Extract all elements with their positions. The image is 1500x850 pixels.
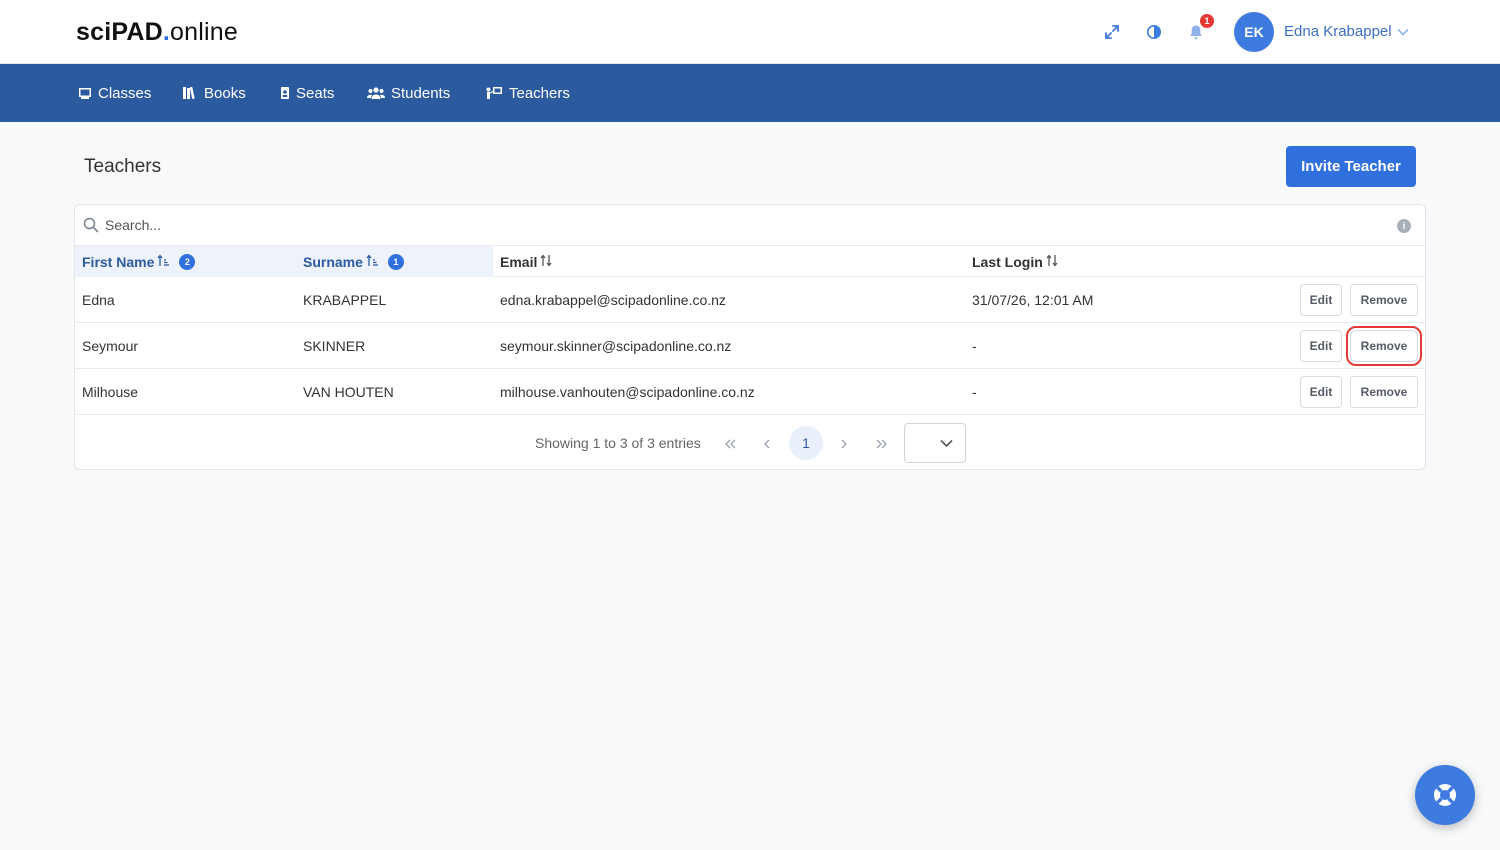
user-avatar[interactable]: EK: [1234, 12, 1274, 52]
search-icon: [83, 217, 99, 238]
cell-last-login: -: [972, 338, 977, 354]
cell-email: milhouse.vanhouten@scipadonline.co.nz: [500, 384, 755, 400]
app-logo[interactable]: sciPAD.online: [76, 18, 238, 47]
column-label: Surname: [303, 253, 363, 270]
seats-icon: [281, 87, 289, 99]
cell-first-name: Milhouse: [82, 384, 139, 400]
cell-email: edna.krabappel@scipadonline.co.nz: [500, 292, 726, 308]
cell-first-name: Seymour: [82, 338, 139, 354]
edit-button[interactable]: Edit: [1300, 330, 1342, 362]
search-input[interactable]: [105, 213, 1385, 237]
sort-order-badge: 2: [179, 253, 196, 270]
cell-surname: SKINNER: [303, 338, 366, 354]
table-row: Edna KRABAPPEL edna.krabappel@scipadonli…: [75, 277, 1425, 323]
nav-item-books[interactable]: Books: [182, 84, 246, 102]
classes-icon: [79, 88, 91, 99]
cell-email: seymour.skinner@scipadonline.co.nz: [500, 338, 732, 354]
lifebuoy-icon: [1434, 784, 1456, 806]
teachers-icon: [486, 87, 502, 99]
sort-unsorted-icon: [540, 253, 552, 270]
search-bar: i: [75, 205, 1425, 245]
page-button-current[interactable]: 1: [789, 426, 823, 460]
table-row: Milhouse VAN HOUTEN milhouse.vanhouten@s…: [75, 369, 1425, 415]
main-nav: Classes Books Seats Students Teachers: [0, 64, 1500, 122]
invite-teacher-button[interactable]: Invite Teacher: [1286, 146, 1416, 187]
column-label: Last Login: [972, 253, 1043, 270]
column-label: First Name: [82, 253, 155, 270]
notification-count-badge: 1: [1200, 14, 1214, 28]
page-size-select[interactable]: [904, 423, 966, 463]
column-label: Email: [500, 253, 538, 270]
help-lifebuoy-button[interactable]: [1415, 765, 1475, 825]
nav-item-teachers[interactable]: Teachers: [485, 84, 570, 102]
column-header-email[interactable]: Email: [493, 246, 965, 277]
nav-item-students[interactable]: Students: [367, 84, 450, 102]
remove-button[interactable]: Remove: [1346, 326, 1422, 366]
sort-unsorted-icon: [1046, 253, 1058, 270]
cell-last-login: 31/07/26, 12:01 AM: [972, 292, 1094, 308]
top-header: sciPAD.online 1 EK Edna Krabappel: [0, 0, 1500, 64]
pagination-bar: Showing 1 to 3 of 3 entries 1: [75, 416, 1425, 469]
nav-label: Classes: [98, 84, 152, 102]
table-header: First Name 2 Surname 1 Email Last Login: [75, 245, 1425, 277]
sort-ascending-icon: [157, 253, 170, 270]
cell-surname: KRABAPPEL: [303, 292, 387, 308]
cell-surname: VAN HOUTEN: [303, 384, 394, 400]
sort-ascending-icon: [366, 253, 378, 270]
nav-item-classes[interactable]: Classes: [78, 84, 151, 102]
edit-button[interactable]: Edit: [1300, 284, 1342, 316]
nav-label: Books: [204, 84, 246, 102]
page-title: Teachers: [84, 156, 162, 177]
notification-bell-icon[interactable]: 1: [1186, 14, 1214, 42]
remove-button[interactable]: Remove: [1350, 284, 1418, 316]
next-page-icon[interactable]: [836, 436, 852, 452]
nav-label: Students: [391, 84, 451, 102]
fullscreen-icon[interactable]: [1102, 22, 1122, 42]
column-header-last-login[interactable]: Last Login: [965, 246, 1265, 277]
nav-label: Seats: [296, 84, 335, 102]
logo-brand: sciPAD: [76, 18, 163, 46]
edit-button[interactable]: Edit: [1300, 376, 1342, 408]
column-header-surname[interactable]: Surname 1: [296, 246, 493, 277]
students-icon: [367, 87, 385, 99]
entries-summary: Showing 1 to 3 of 3 entries: [535, 435, 701, 451]
first-page-icon[interactable]: [722, 436, 738, 452]
remove-button[interactable]: Remove: [1350, 376, 1418, 408]
nav-label: Teachers: [509, 84, 570, 102]
teachers-table-card: i First Name 2 Surname 1 Email Last Logi…: [74, 204, 1426, 470]
user-name[interactable]: Edna Krabappel: [1284, 23, 1392, 40]
logo-suffix: online: [170, 18, 238, 46]
previous-page-icon[interactable]: [759, 436, 775, 452]
info-icon[interactable]: i: [1397, 219, 1411, 233]
chevron-down-icon: [940, 439, 953, 448]
last-page-icon[interactable]: [874, 436, 890, 452]
chevron-down-icon[interactable]: [1396, 25, 1410, 44]
cell-last-login: -: [972, 384, 977, 400]
nav-item-seats[interactable]: Seats: [280, 84, 334, 102]
sort-order-badge: 1: [387, 253, 404, 270]
books-icon: [183, 86, 195, 100]
theme-toggle-icon[interactable]: [1144, 22, 1164, 42]
column-header-first-name[interactable]: First Name 2: [75, 246, 296, 277]
table-row: Seymour SKINNER seymour.skinner@scipadon…: [75, 323, 1425, 369]
cell-first-name: Edna: [82, 292, 115, 308]
logo-dot: .: [162, 18, 171, 46]
